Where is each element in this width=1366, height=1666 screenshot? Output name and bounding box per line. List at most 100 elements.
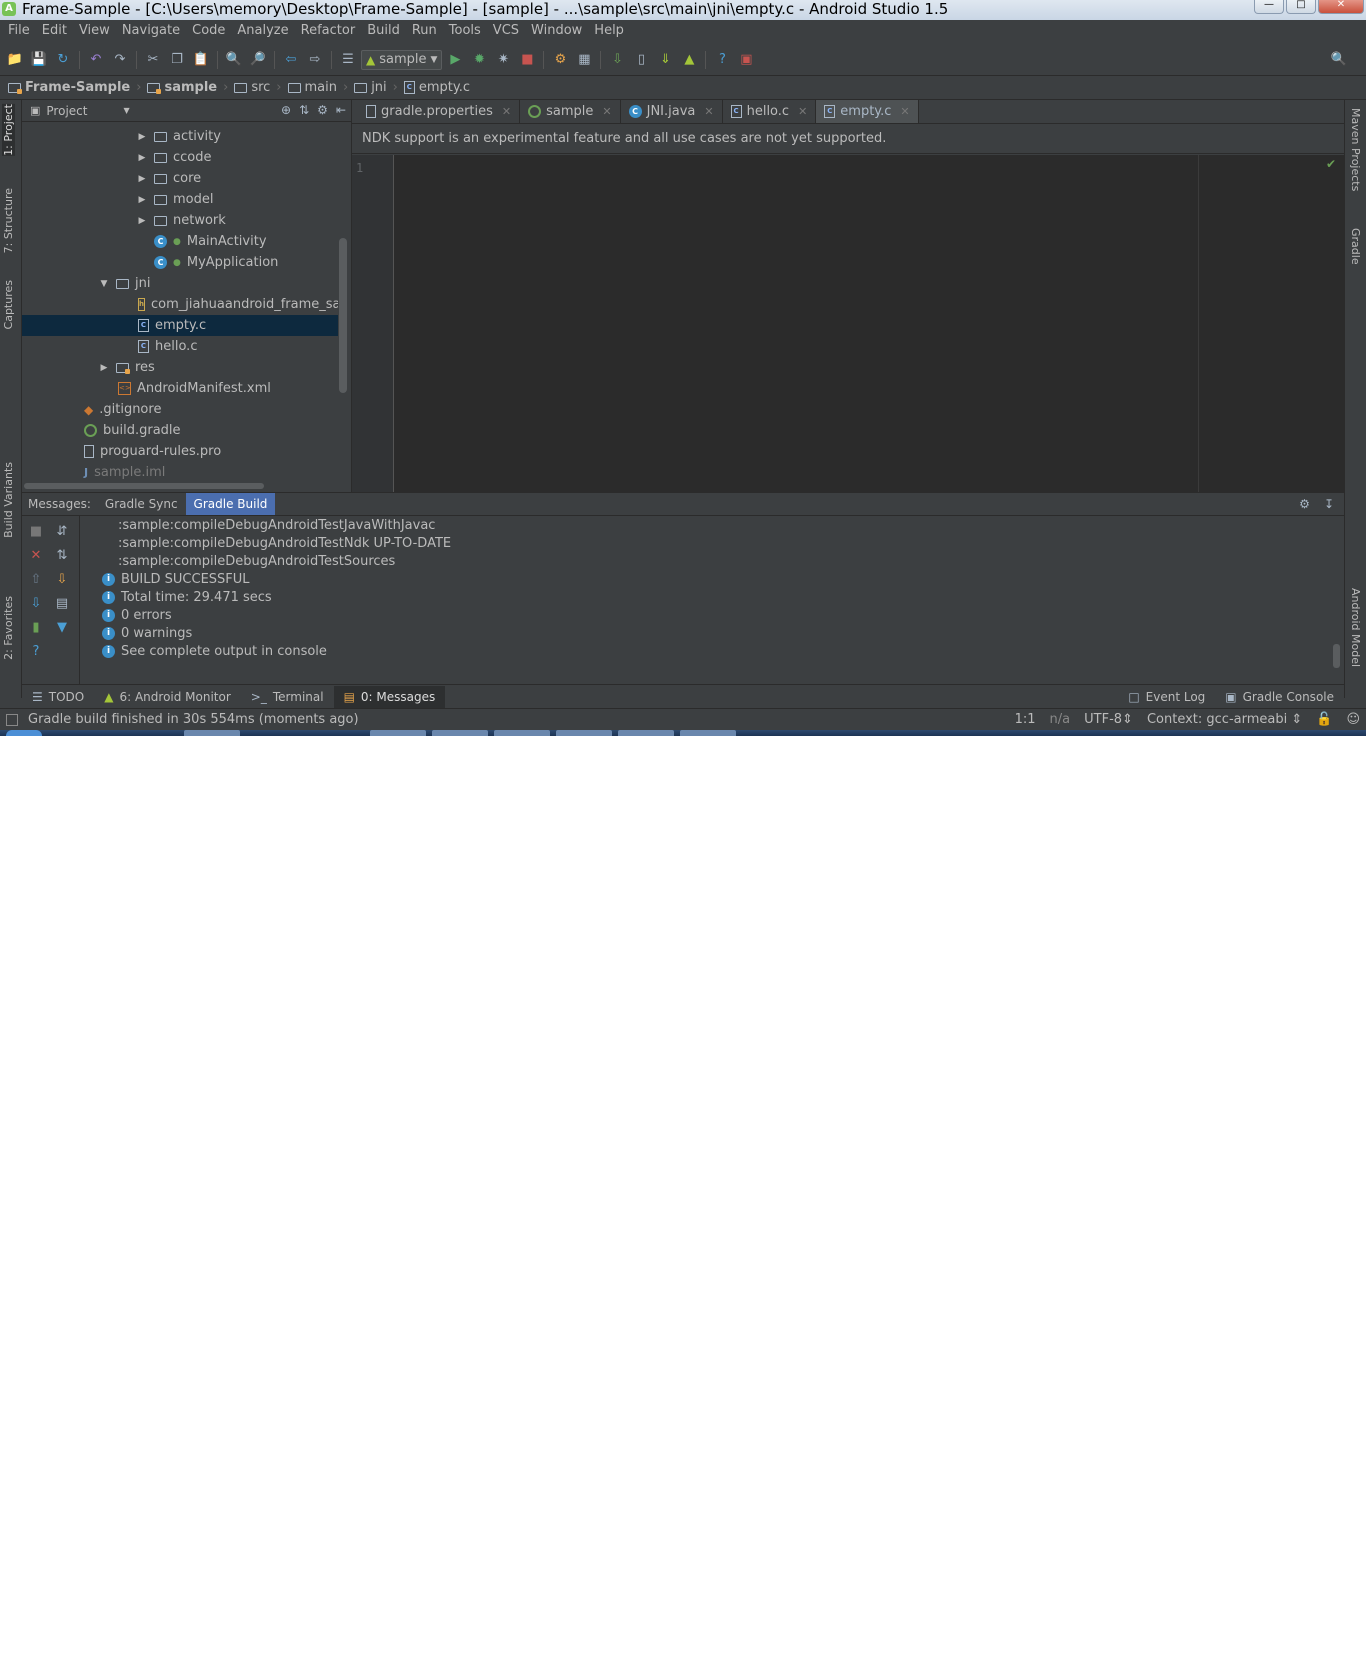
make-project-icon[interactable]: ☰ — [337, 49, 359, 71]
hide-panel-icon[interactable]: ↧ — [1324, 497, 1334, 511]
help-icon[interactable]: ? — [28, 644, 44, 660]
menu-view[interactable]: View — [73, 20, 116, 42]
menu-help[interactable]: Help — [588, 20, 630, 42]
taskbar-item[interactable] — [6, 730, 42, 736]
collapse-all-icon[interactable]: ⇅ — [299, 103, 309, 117]
tool-tab-maven-projects[interactable]: Maven Projects — [1349, 108, 1362, 191]
expand-all-icon[interactable]: ⇵ — [54, 524, 70, 540]
hector-icon[interactable]: ☺ — [1346, 709, 1360, 731]
taskbar-item[interactable] — [494, 730, 550, 736]
previous-message-icon[interactable]: ⇧ — [28, 572, 44, 588]
expand-arrow-icon[interactable]: ▶ — [98, 363, 110, 373]
tool-tab-android-model[interactable]: Android Model — [1349, 588, 1362, 667]
breadcrumb-item[interactable]: jni — [354, 80, 392, 95]
undo-icon[interactable]: ↶ — [85, 49, 107, 71]
ddms-icon[interactable]: ▣ — [735, 49, 757, 71]
run-icon[interactable]: ▶ — [444, 49, 466, 71]
tool-tab-build-variants[interactable]: Build Variants — [2, 462, 15, 538]
menu-code[interactable]: Code — [186, 20, 231, 42]
close-icon[interactable]: ✕ — [602, 105, 611, 118]
paste-icon[interactable]: 📋 — [190, 49, 212, 71]
tool-window-gradle-console[interactable]: ▣ Gradle Console — [1215, 686, 1344, 708]
expand-arrow-icon[interactable]: ▶ — [136, 153, 148, 163]
sdk-manager-icon[interactable]: ⇓ — [654, 49, 676, 71]
export-icon[interactable]: ⇩ — [54, 572, 70, 588]
tree-item-empty-c[interactable]: C empty.c — [22, 315, 338, 336]
collapse-arrow-icon[interactable]: ▼ — [98, 279, 110, 289]
breadcrumb-item[interactable]: C empty.c — [403, 80, 476, 95]
breadcrumb-item[interactable]: Frame-Sample — [8, 80, 136, 95]
scroll-from-source-icon[interactable]: ⊕ — [281, 103, 291, 117]
tree-item-myapplication[interactable]: C ● MyApplication — [22, 252, 338, 273]
tool-tab-gradle[interactable]: Gradle — [1349, 228, 1362, 265]
sync-icon[interactable]: ↻ — [52, 49, 74, 71]
settings-icon[interactable]: ⚙ — [1299, 497, 1310, 511]
tree-item-ccode[interactable]: ▶ ccode — [22, 147, 338, 168]
forward-icon[interactable]: ⇨ — [304, 49, 326, 71]
redo-icon[interactable]: ↷ — [109, 49, 131, 71]
hide-panel-icon[interactable]: ⇤ — [336, 103, 346, 117]
close-button[interactable]: ✕ — [1318, 0, 1364, 14]
close-icon[interactable]: ✕ — [502, 105, 511, 118]
close-icon[interactable]: ✕ — [900, 105, 909, 118]
lock-icon[interactable]: 🔓 — [1316, 709, 1332, 731]
tree-item-sample-iml[interactable]: J sample.iml — [22, 462, 338, 483]
project-structure-icon[interactable]: ⚙ — [549, 49, 571, 71]
stop-icon[interactable]: ■ — [28, 524, 44, 540]
open-folder-icon[interactable]: 📁 — [4, 49, 26, 71]
tool-windows-toggle-icon[interactable] — [6, 714, 18, 726]
tool-window-android-monitor[interactable]: ▲ 6: Android Monitor — [94, 686, 241, 708]
editor-tab-empty-c[interactable]: C empty.c ✕ — [816, 100, 919, 123]
breadcrumb-item[interactable]: src — [234, 80, 276, 95]
tab-gradle-sync[interactable]: Gradle Sync — [97, 493, 186, 515]
run-configuration-dropdown[interactable]: ▲ sample ▼ — [361, 49, 443, 70]
messages-scrollbar[interactable] — [1333, 644, 1340, 668]
tree-item-network[interactable]: ▶ network — [22, 210, 338, 231]
tool-tab-structure[interactable]: 7: Structure — [2, 188, 15, 253]
tree-item-activity[interactable]: ▶ activity — [22, 126, 338, 147]
attach-debugger-icon[interactable]: ✷ — [492, 49, 514, 71]
search-everywhere-icon[interactable]: 🔍 — [1328, 49, 1350, 71]
close-icon[interactable]: ✕ — [28, 548, 44, 564]
debug-icon[interactable]: ✹ — [468, 49, 490, 71]
tool-window-terminal[interactable]: >_ Terminal — [241, 686, 334, 708]
taskbar-item[interactable] — [556, 730, 612, 736]
tree-item-header-file[interactable]: h com_jiahuaandroid_frame_sam — [22, 294, 338, 315]
tree-item-build-gradle[interactable]: build.gradle — [22, 420, 338, 441]
settings-icon[interactable]: ⚙ — [317, 103, 328, 117]
menu-tools[interactable]: Tools — [443, 20, 487, 42]
close-icon[interactable]: ✕ — [798, 105, 807, 118]
filter-icon[interactable]: ▼ — [54, 620, 70, 636]
context-selector[interactable]: Context: gcc-armeabi ⇕ — [1147, 709, 1302, 731]
tree-item-mainactivity[interactable]: C ● MainActivity — [22, 231, 338, 252]
expand-arrow-icon[interactable]: ▶ — [136, 132, 148, 142]
project-horizontal-scrollbar[interactable] — [24, 483, 264, 489]
tool-tab-captures[interactable]: Captures — [2, 280, 15, 329]
collapse-all-icon[interactable]: ⇅ — [54, 548, 70, 564]
find-icon[interactable]: 🔍 — [223, 49, 245, 71]
stop-icon[interactable]: ■ — [516, 49, 538, 71]
pin-icon[interactable]: ▮ — [28, 620, 44, 636]
breadcrumb-item[interactable]: main — [287, 80, 343, 95]
editor-tab-hello-c[interactable]: C hello.c ✕ — [723, 100, 817, 123]
tree-item-res[interactable]: ▶ res — [22, 357, 338, 378]
expand-arrow-icon[interactable]: ▶ — [136, 216, 148, 226]
copy-icon[interactable]: ❐ — [166, 49, 188, 71]
menu-window[interactable]: Window — [525, 20, 588, 42]
android-device-monitor-icon[interactable]: ▲ — [678, 49, 700, 71]
menu-edit[interactable]: Edit — [36, 20, 73, 42]
taskbar-item[interactable] — [618, 730, 674, 736]
tab-gradle-build[interactable]: Gradle Build — [185, 493, 276, 515]
tree-item-jni[interactable]: ▼ jni — [22, 273, 338, 294]
save-all-icon[interactable]: 💾 — [28, 49, 50, 71]
avd-manager-icon[interactable]: ▯ — [630, 49, 652, 71]
minimize-button[interactable]: — — [1254, 0, 1284, 14]
gradle-sync-icon[interactable]: ⇩ — [606, 49, 628, 71]
taskbar-item[interactable] — [370, 730, 426, 736]
code-editor[interactable]: 1 ✔ — [352, 155, 1344, 492]
expand-arrow-icon[interactable]: ▶ — [136, 174, 148, 184]
project-view-selector[interactable]: Project — [46, 104, 87, 118]
breadcrumb-item[interactable]: sample — [147, 80, 223, 95]
project-vertical-scrollbar[interactable] — [339, 238, 347, 393]
tree-item-androidmanifest[interactable]: <> AndroidManifest.xml — [22, 378, 338, 399]
